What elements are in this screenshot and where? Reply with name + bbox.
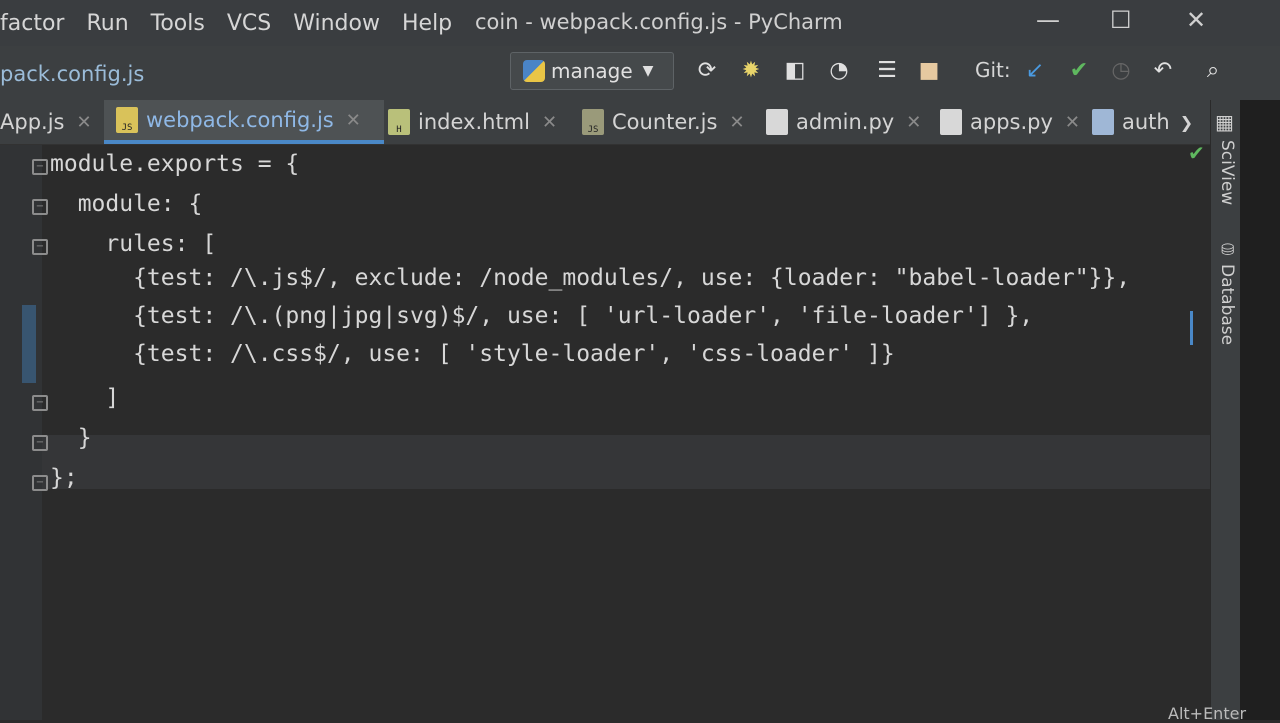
chevron-down-icon[interactable]: ❯ — [1180, 113, 1193, 132]
close-icon[interactable]: ✕ — [906, 112, 921, 133]
rerun-icon[interactable]: ⟳ — [694, 58, 720, 84]
code-line-3: rules: [ — [50, 231, 217, 257]
tab-webpack-config-js[interactable]: JS webpack.config.js ✕ — [104, 100, 384, 144]
tab-apps-py[interactable]: apps.py ✕ — [940, 100, 1080, 144]
intention-hint: Alt+Enter — [1168, 704, 1247, 723]
tab-auth[interactable]: auth ❯ — [1092, 100, 1193, 144]
close-icon[interactable]: ✕ — [729, 112, 744, 133]
run-configuration-label: manage — [551, 59, 633, 83]
code-line-5: {test: /\.(png|jpg|svg)$/, use: [ 'url-l… — [50, 303, 1034, 329]
navigation-bar: pack.config.js manage ▼ ⟳ ✹ ◧ ◔ ☰ ■ Git:… — [0, 46, 1280, 101]
close-icon[interactable]: ✕ — [346, 110, 361, 131]
fold-icon[interactable]: − — [32, 239, 48, 255]
tab-label: webpack.config.js — [146, 108, 334, 132]
tab-label: Counter.js — [612, 110, 718, 134]
python-file-icon — [766, 109, 788, 135]
fold-icon[interactable]: − — [32, 199, 48, 215]
fold-icon[interactable]: − — [32, 475, 48, 491]
tab-label: admin.py — [796, 110, 895, 134]
chevron-down-icon: ▼ — [642, 63, 654, 79]
database-tool-button[interactable]: Database — [1217, 264, 1237, 345]
code-line-9: }; — [50, 465, 78, 491]
vcs-update-icon[interactable]: ↙ — [1022, 58, 1048, 84]
code-line-2: module: { — [50, 191, 203, 217]
code-line-4: {test: /\.js$/, exclude: /node_modules/,… — [50, 265, 1131, 291]
profile-icon[interactable]: ◔ — [826, 58, 852, 84]
breadcrumb[interactable]: pack.config.js — [0, 62, 144, 86]
undo-icon[interactable]: ↶ — [1150, 58, 1176, 84]
code-line-1: module.exports = { — [50, 151, 300, 177]
python-file-icon — [1092, 109, 1114, 135]
maximize-button[interactable]: ☐ — [1110, 6, 1132, 34]
python-icon — [523, 60, 545, 82]
tab-index-html[interactable]: H index.html ✕ — [388, 100, 557, 144]
code-text[interactable]: module.exports = { module: { rules: [ {t… — [50, 145, 1130, 491]
tab-label: apps.py — [970, 110, 1053, 134]
tab-label: App.js — [0, 110, 65, 134]
close-icon[interactable]: ✕ — [76, 112, 91, 133]
close-icon[interactable]: ✕ — [542, 112, 557, 133]
fold-icon[interactable]: − — [32, 395, 48, 411]
editor-gutter — [0, 145, 42, 720]
editor-tab-bar: App.js ✕ JS webpack.config.js ✕ H index.… — [0, 100, 1240, 145]
coverage-icon[interactable]: ◧ — [782, 58, 808, 84]
search-icon[interactable]: ⌕ — [1200, 58, 1226, 84]
code-line-7: ] — [50, 385, 120, 411]
current-line-highlight — [42, 435, 1210, 489]
menu-window[interactable]: Window — [293, 11, 380, 36]
vcs-commit-icon[interactable]: ✔ — [1066, 58, 1092, 84]
minimize-button[interactable]: — — [1036, 6, 1060, 34]
js-file-icon: JS — [582, 109, 604, 135]
python-file-icon — [940, 109, 962, 135]
code-editor[interactable]: − − − − − − module.exports = { module: {… — [0, 141, 1210, 720]
code-line-6: {test: /\.css$/, use: [ 'style-loader', … — [50, 341, 895, 367]
tab-label: auth — [1122, 110, 1170, 134]
grid-icon[interactable]: ▦ — [1215, 110, 1234, 134]
screen-bezel — [1240, 100, 1280, 720]
window-title: coin - webpack.config.js - PyCharm — [475, 10, 843, 34]
sciview-tool-button[interactable]: SciView — [1217, 140, 1237, 205]
debug-icon[interactable]: ✹ — [738, 58, 764, 84]
html-file-icon: H — [388, 109, 410, 135]
js-file-icon: JS — [116, 107, 138, 133]
fold-icon[interactable]: − — [32, 159, 48, 175]
database-icon: ⛁ — [1221, 240, 1235, 259]
menu-vcs[interactable]: VCS — [227, 11, 271, 36]
menu-run[interactable]: Run — [86, 11, 128, 36]
scrollbar-change-mark[interactable] — [1190, 311, 1193, 345]
run-configuration-select[interactable]: manage ▼ — [510, 52, 674, 90]
git-label: Git: — [975, 58, 1011, 82]
vcs-history-icon[interactable]: ◷ — [1108, 58, 1134, 84]
tab-counter-js[interactable]: JS Counter.js ✕ — [582, 100, 745, 144]
close-window-button[interactable]: ✕ — [1186, 6, 1206, 34]
tab-label: index.html — [418, 110, 530, 134]
code-line-8: } — [50, 425, 92, 451]
menu-help[interactable]: Help — [402, 11, 452, 36]
fold-icon[interactable]: − — [32, 435, 48, 451]
menu-tools[interactable]: Tools — [151, 11, 205, 36]
inspection-ok-icon[interactable]: ✔ — [1188, 141, 1205, 165]
close-icon[interactable]: ✕ — [1065, 112, 1080, 133]
tab-app-js[interactable]: App.js ✕ — [0, 100, 92, 144]
tab-admin-py[interactable]: admin.py ✕ — [766, 100, 921, 144]
menu-refactor[interactable]: factor — [0, 11, 64, 36]
vcs-change-marker[interactable] — [22, 305, 36, 383]
run-concurrency-icon[interactable]: ☰ — [874, 58, 900, 84]
stop-icon[interactable]: ■ — [916, 58, 942, 84]
